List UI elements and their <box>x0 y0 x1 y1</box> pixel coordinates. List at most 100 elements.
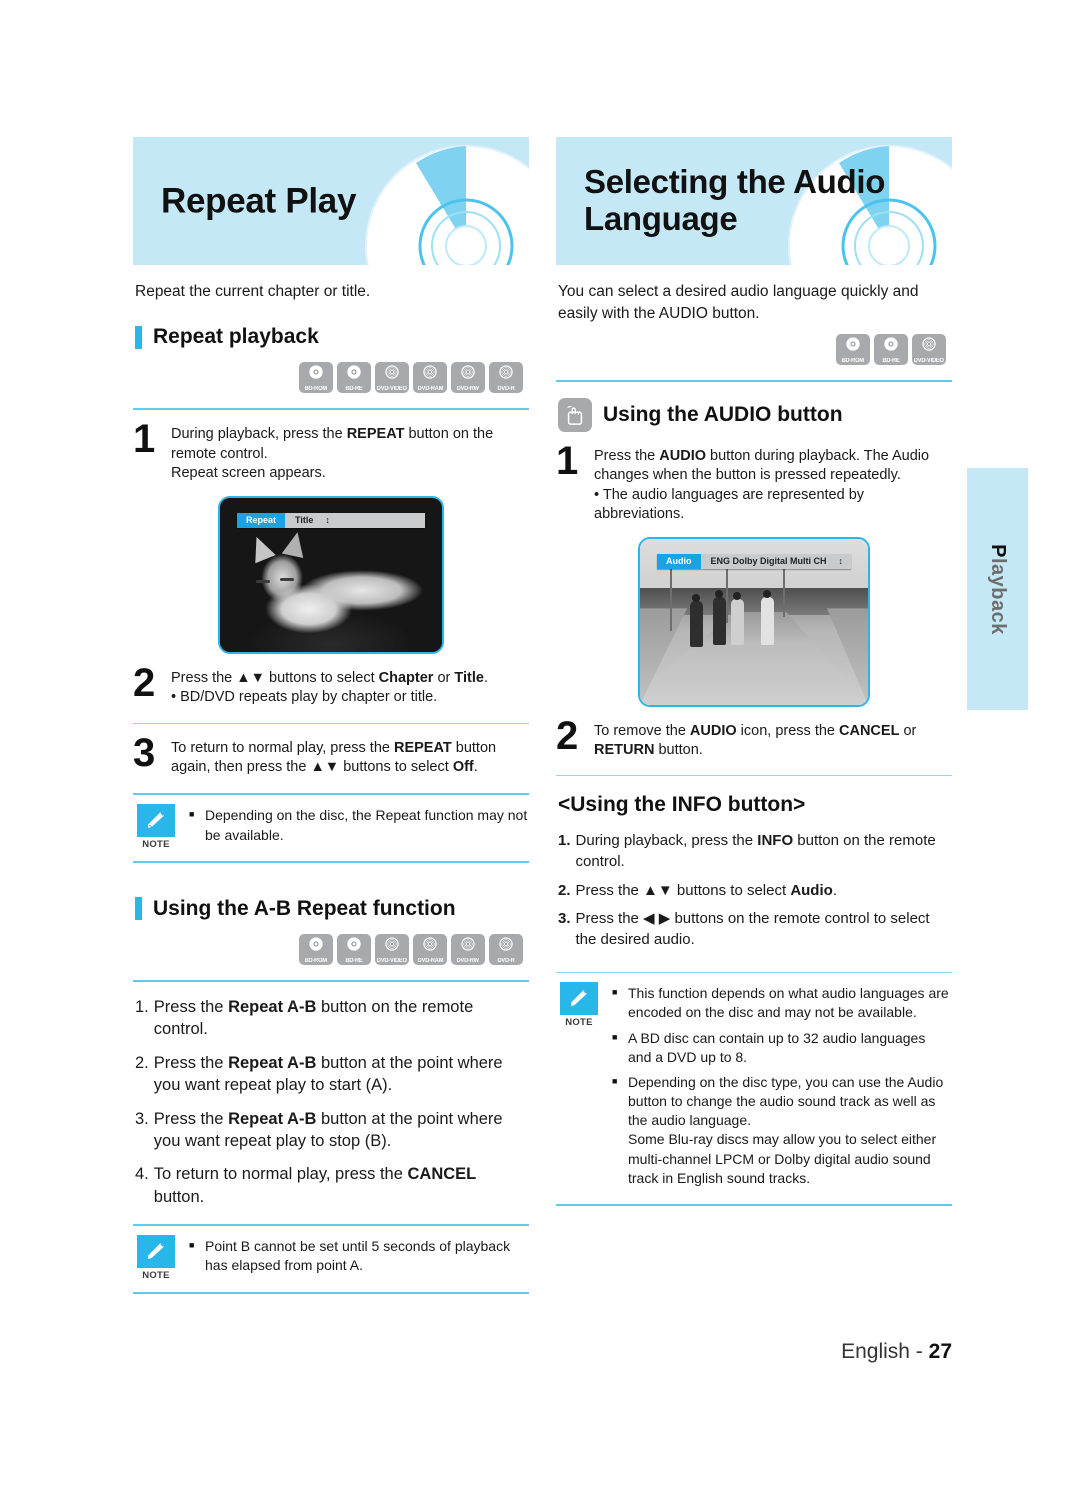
step-text: Press the ▲▼ buttons to select Chapter o… <box>171 666 488 708</box>
note-caption: NOTE <box>142 1270 170 1282</box>
emphasis-text: Off <box>452 759 474 775</box>
disc-badge-dvd-video: DVD-VIDEO <box>912 333 946 365</box>
list-marker: 3. <box>135 1109 149 1128</box>
disc-glyph <box>347 937 361 951</box>
disc-badge-dvd-ram: DVD-RAM <box>413 933 447 965</box>
body-text: To return to normal play, press the <box>153 1165 408 1184</box>
disc-icon <box>460 936 476 957</box>
ab-repeat-instructions: 1. Press the Repeat A-B button on the rem… <box>135 996 529 1209</box>
disc-glyph <box>309 937 323 951</box>
disc-glyph <box>499 365 513 380</box>
cat-ear-left <box>246 532 276 563</box>
disc-icon <box>346 936 362 957</box>
divider <box>133 408 529 411</box>
walker-head <box>715 589 723 598</box>
emphasis-text: Repeat A-B <box>228 1053 317 1072</box>
step-number: 2 <box>556 713 579 758</box>
disc-badge-dvd-video: DVD-VIDEO <box>375 933 409 965</box>
disc-type-badges-ab: BD-ROM BD-RE DVD-VIDEO DVD-RAM DVD-RW DVD-R <box>133 933 529 965</box>
osd-value-text: Title <box>295 515 314 526</box>
disc-glyph <box>922 337 936 351</box>
disc-badge-bd-rom: BD-ROM <box>299 933 333 965</box>
audio-steps-continued: 2 To remove the AUDIO icon, press the CAN… <box>556 713 952 761</box>
list-marker: 1. <box>558 832 571 850</box>
walker <box>713 596 726 645</box>
disc-glyph <box>499 937 513 951</box>
list-item: 1. During playback, press the INFO button… <box>558 831 952 872</box>
disc-badge-label: DVD-R <box>497 957 515 964</box>
list-item: 1. Press the Repeat A-B button on the rem… <box>135 996 529 1041</box>
osd-value-text: ENG Dolby Digital Multi CH <box>710 556 827 567</box>
note-bullet-item: ■ A BD disc can contain up to 32 audio la… <box>612 1029 952 1067</box>
pencil-glyph <box>148 811 165 829</box>
disc-badge-dvd-r: DVD-R <box>489 933 523 965</box>
body-text: or <box>433 669 455 686</box>
disc-icon <box>384 936 400 957</box>
list-marker: 2. <box>135 1053 149 1072</box>
disc-badge-label: BD-RE <box>882 357 900 364</box>
divider <box>556 775 952 777</box>
note-bullet-item: ■ This function depends on what audio lan… <box>612 984 952 1022</box>
disc-badge-bd-rom: BD-ROM <box>299 362 333 394</box>
square-bullet-icon: ■ <box>189 809 195 820</box>
disc-badge-label: DVD-RW <box>456 957 480 964</box>
note-bullet-item: ■ Depending on the disc type, you can use… <box>612 1073 952 1188</box>
walker <box>690 600 703 647</box>
list-text: Press the Repeat A-B button at the point… <box>154 1052 529 1097</box>
disc-icon <box>921 336 937 357</box>
finger-press-glyph <box>567 405 583 425</box>
disc-glyph <box>461 365 475 380</box>
note-text: This function depends on what audio lang… <box>628 985 949 1021</box>
step-number: 1 <box>556 438 579 483</box>
emphasis-text: AUDIO <box>659 447 707 464</box>
disc-badge-dvd-r: DVD-R <box>489 362 523 394</box>
disc-glyph <box>347 365 361 380</box>
disc-badge-label: DVD-VIDEO <box>914 357 944 364</box>
cat-eye-right <box>280 577 294 581</box>
left-intro-text: Repeat the current chapter or title. <box>135 283 371 300</box>
step-number: 1 <box>133 417 156 462</box>
audio-language-banner: Selecting the Audio Language <box>556 137 952 265</box>
repeat-osd-bar: Repeat Title ↕ <box>237 512 425 528</box>
disc-badge-label: BD-RE <box>345 957 363 964</box>
list-marker: 4. <box>135 1165 149 1184</box>
osd-value-title: Title ↕ <box>285 512 425 528</box>
disc-badge-label: BD-ROM <box>304 386 328 393</box>
disc-badge-label: DVD-RW <box>456 386 480 393</box>
step-text: To remove the AUDIO icon, press the CANC… <box>594 719 952 761</box>
list-text: Press the Repeat A-B button on the remot… <box>154 996 529 1041</box>
footer-language: English - <box>841 1340 929 1363</box>
right-column: Selecting the Audio Language You can sel… <box>556 137 952 1206</box>
disc-icon <box>883 336 899 357</box>
body-text: button. <box>654 742 703 759</box>
disc-badge-dvd-video: DVD-VIDEO <box>375 362 409 394</box>
body-text: Press the ◀ ▶ buttons on the remote cont… <box>575 910 930 948</box>
list-item: 2. Press the ▲▼ buttons to select Audio. <box>558 881 952 902</box>
right-intro-text: You can select a desired audio language … <box>558 283 919 323</box>
heading-accent-bar <box>135 325 142 349</box>
audio-button-heading: Using the AUDIO button <box>558 397 952 432</box>
disc-icon <box>308 936 324 957</box>
step-number: 2 <box>133 660 156 705</box>
note-box-repeat: NOTE ■ Depending on the disc, the Repeat … <box>133 793 529 863</box>
pencil-icon <box>560 982 598 1016</box>
body-text: icon, press the <box>736 722 840 739</box>
list-text: During playback, press the INFO button o… <box>576 831 952 872</box>
disc-icon <box>845 336 861 357</box>
pencil-glyph <box>148 1242 165 1259</box>
step-text: To return to normal play, press the REPE… <box>171 736 529 778</box>
body-text: Press the <box>153 997 229 1016</box>
emphasis-text: CANCEL <box>839 722 900 739</box>
audio-steps: 1 Press the AUDIO button during playback.… <box>556 438 952 525</box>
body-text: During playback, press the <box>171 426 347 443</box>
disc-badge-label: DVD-R <box>497 386 515 393</box>
disc-glyph <box>846 337 860 351</box>
list-item: 3. Press the ◀ ▶ buttons on the remote co… <box>558 909 952 950</box>
page-number: 27 <box>928 1340 952 1363</box>
disc-illustration <box>365 145 529 265</box>
list-text: Press the ▲▼ buttons to select Audio. <box>576 881 837 902</box>
body-text: or <box>899 722 917 739</box>
page-footer: English - 27 <box>556 1340 952 1364</box>
square-bullet-icon: ■ <box>612 987 618 998</box>
body-text: Press the <box>153 1109 229 1128</box>
